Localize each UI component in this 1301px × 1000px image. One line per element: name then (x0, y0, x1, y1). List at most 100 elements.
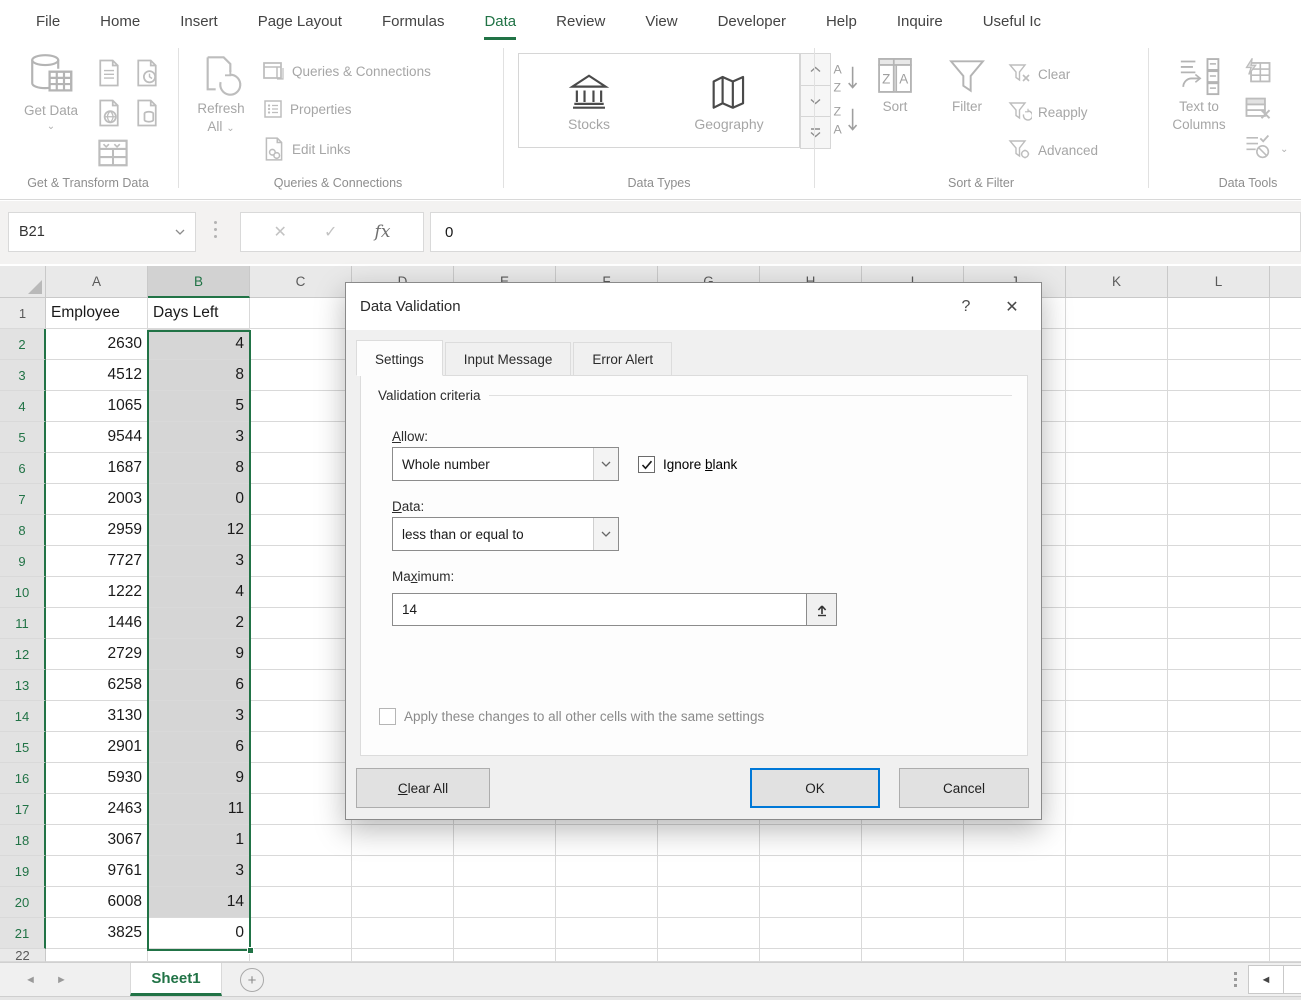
sort-button[interactable]: Z A Sort (866, 54, 924, 116)
cell-C5[interactable] (250, 422, 352, 453)
cell-L9[interactable] (1168, 546, 1270, 577)
column-header-L[interactable]: L (1168, 266, 1270, 298)
cell-A18[interactable]: 3067 (46, 825, 148, 856)
cell-J18[interactable] (964, 825, 1066, 856)
cell-K4[interactable] (1066, 391, 1168, 422)
enter-entry-icon[interactable]: ✓ (324, 222, 337, 242)
cell-B5[interactable]: 3 (148, 422, 250, 453)
cell-C22[interactable] (250, 949, 352, 962)
ribbon-tab-developer[interactable]: Developer (698, 4, 806, 37)
cell-A22[interactable] (46, 949, 148, 962)
cell-C19[interactable] (250, 856, 352, 887)
cell-partial[interactable] (1270, 360, 1301, 391)
collapse-dialog-button[interactable] (806, 593, 837, 626)
ribbon-tab-data[interactable]: Data (464, 4, 536, 37)
cell-H19[interactable] (760, 856, 862, 887)
cell-K15[interactable] (1066, 732, 1168, 763)
name-box[interactable]: B21 (8, 212, 196, 252)
close-icon[interactable]: ✕ (989, 283, 1035, 330)
cell-F22[interactable] (556, 949, 658, 962)
row-header-20[interactable]: 20 (0, 887, 46, 918)
cell-H21[interactable] (760, 918, 862, 949)
cell-partial[interactable] (1270, 670, 1301, 701)
flash-fill-icon[interactable] (1243, 56, 1273, 86)
cell-H22[interactable] (760, 949, 862, 962)
gallery-expand-button[interactable] (800, 117, 831, 149)
cell-A8[interactable]: 2959 (46, 515, 148, 546)
row-header-6[interactable]: 6 (0, 453, 46, 484)
scrollbar-grip-icon[interactable] (1234, 972, 1237, 987)
column-header-K[interactable]: K (1066, 266, 1168, 298)
drag-handle-icon[interactable] (214, 221, 217, 238)
row-header-18[interactable]: 18 (0, 825, 46, 856)
from-table-range-icon[interactable] (94, 134, 132, 172)
cell-B9[interactable]: 3 (148, 546, 250, 577)
cell-partial[interactable] (1270, 825, 1301, 856)
dialog-title-bar[interactable]: Data Validation (346, 283, 1041, 330)
cell-F20[interactable] (556, 887, 658, 918)
cell-B14[interactable]: 3 (148, 701, 250, 732)
row-header-5[interactable]: 5 (0, 422, 46, 453)
cell-D18[interactable] (352, 825, 454, 856)
clear-all-button[interactable]: Clear All (356, 768, 490, 808)
cell-L7[interactable] (1168, 484, 1270, 515)
cell-C16[interactable] (250, 763, 352, 794)
cell-partial[interactable] (1270, 298, 1301, 329)
cell-A1[interactable]: Employee (46, 298, 148, 329)
cell-partial[interactable] (1270, 422, 1301, 453)
row-header-21[interactable]: 21 (0, 918, 46, 949)
cell-partial[interactable] (1270, 391, 1301, 422)
get-data-button[interactable]: Get Data ⌄ (12, 50, 90, 133)
cell-A21[interactable]: 3825 (46, 918, 148, 949)
cell-L20[interactable] (1168, 887, 1270, 918)
ribbon-tab-formulas[interactable]: Formulas (362, 4, 465, 37)
ribbon-tab-review[interactable]: Review (536, 4, 625, 37)
cell-E19[interactable] (454, 856, 556, 887)
cell-L2[interactable] (1168, 329, 1270, 360)
data-validation-icon[interactable] (1243, 132, 1273, 162)
cell-C8[interactable] (250, 515, 352, 546)
cell-L10[interactable] (1168, 577, 1270, 608)
cell-partial[interactable] (1270, 732, 1301, 763)
text-to-columns-button[interactable]: Text toColumns (1160, 54, 1238, 133)
cell-A7[interactable]: 2003 (46, 484, 148, 515)
allow-dropdown[interactable]: Whole number (392, 447, 619, 481)
column-header-B[interactable]: B (148, 266, 250, 298)
formula-input[interactable]: 0 (430, 212, 1301, 252)
cell-L6[interactable] (1168, 453, 1270, 484)
recent-sources-icon[interactable] (134, 58, 160, 88)
cell-K12[interactable] (1066, 639, 1168, 670)
cell-G18[interactable] (658, 825, 760, 856)
cell-A5[interactable]: 9544 (46, 422, 148, 453)
cell-partial[interactable] (1270, 794, 1301, 825)
cell-K20[interactable] (1066, 887, 1168, 918)
next-sheet-icon[interactable]: ► (56, 974, 67, 986)
cell-L1[interactable] (1168, 298, 1270, 329)
cell-C3[interactable] (250, 360, 352, 391)
cell-I19[interactable] (862, 856, 964, 887)
cell-B19[interactable]: 3 (148, 856, 250, 887)
cell-E20[interactable] (454, 887, 556, 918)
cell-E22[interactable] (454, 949, 556, 962)
cell-K3[interactable] (1066, 360, 1168, 391)
cell-B3[interactable]: 8 (148, 360, 250, 391)
column-header-partial[interactable] (1270, 266, 1301, 298)
cell-B12[interactable]: 9 (148, 639, 250, 670)
cell-A17[interactable]: 2463 (46, 794, 148, 825)
stocks-button[interactable]: Stocks (525, 54, 653, 147)
row-header-22[interactable]: 22 (0, 949, 46, 962)
cell-C10[interactable] (250, 577, 352, 608)
add-sheet-button[interactable]: + (240, 968, 264, 992)
cell-C17[interactable] (250, 794, 352, 825)
cell-A4[interactable]: 1065 (46, 391, 148, 422)
cell-C9[interactable] (250, 546, 352, 577)
cell-J20[interactable] (964, 887, 1066, 918)
cell-J19[interactable] (964, 856, 1066, 887)
cell-C14[interactable] (250, 701, 352, 732)
gallery-down-button[interactable] (800, 86, 831, 118)
ignore-blank-checkbox[interactable]: Ignore blank (638, 456, 737, 473)
cell-H20[interactable] (760, 887, 862, 918)
cell-G21[interactable] (658, 918, 760, 949)
cell-A15[interactable]: 2901 (46, 732, 148, 763)
row-header-1[interactable]: 1 (0, 298, 46, 329)
